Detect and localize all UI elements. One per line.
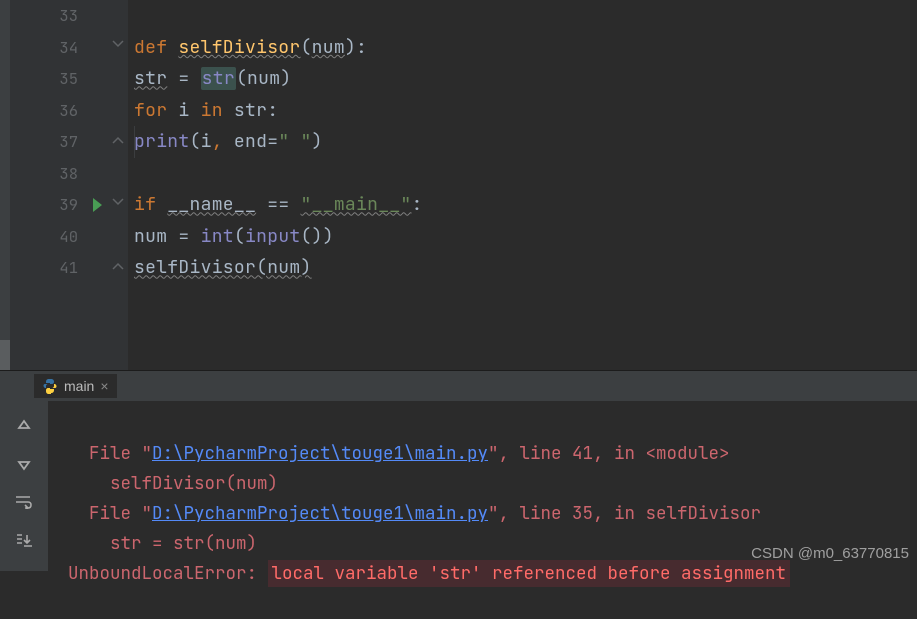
code-line: print(i, end=" ") xyxy=(134,126,917,158)
fold-start-icon[interactable] xyxy=(112,198,124,208)
code-line: def selfDivisor(num): xyxy=(134,32,917,64)
soft-wrap-icon[interactable] xyxy=(13,491,35,513)
code-line: for i in str: xyxy=(134,95,917,127)
run-icon[interactable] xyxy=(93,198,102,212)
editor-pane: 33 34 35 36 37 38 39 40 41 def selfDivis… xyxy=(0,0,917,370)
python-file-icon xyxy=(42,378,58,394)
code-line xyxy=(134,0,917,32)
run-tool-panel: main × File "D:\PycharmProject\touge1\ma… xyxy=(0,370,917,570)
line-number: 40 xyxy=(59,226,78,247)
line-number: 41 xyxy=(59,257,78,278)
code-line: str = str(num) xyxy=(134,63,917,95)
up-stack-icon[interactable] xyxy=(13,415,35,437)
fold-end-icon[interactable] xyxy=(112,260,124,270)
tab-label: main xyxy=(64,378,94,394)
fold-column xyxy=(110,0,128,370)
code-area[interactable]: def selfDivisor(num): str = str(num) for… xyxy=(128,0,917,370)
run-tabs: main × xyxy=(0,371,917,401)
fold-end-icon[interactable] xyxy=(112,134,124,144)
line-number: 36 xyxy=(59,100,78,121)
close-icon[interactable]: × xyxy=(100,378,108,394)
error-highlight: local variable 'str' referenced before a… xyxy=(268,560,791,587)
left-scroll xyxy=(0,0,10,370)
console-toolbar xyxy=(0,401,48,571)
line-number: 33 xyxy=(59,5,78,26)
code-line: num = int(input()) xyxy=(134,221,917,253)
run-tab-main[interactable]: main × xyxy=(34,374,117,398)
fold-start-icon[interactable] xyxy=(112,40,124,50)
watermark: CSDN @m0_63770815 xyxy=(751,545,909,562)
traceback-link[interactable]: D:\PycharmProject\touge1\main.py xyxy=(152,442,488,465)
line-number: 39 xyxy=(59,194,78,215)
scroll-thumb[interactable] xyxy=(0,340,10,370)
line-number: 37 xyxy=(59,131,78,152)
line-number: 34 xyxy=(59,37,78,58)
traceback-link[interactable]: D:\PycharmProject\touge1\main.py xyxy=(152,502,488,525)
code-line: selfDivisor(num) xyxy=(134,252,917,284)
code-line: if __name__ == "__main__": xyxy=(134,189,917,221)
line-number-gutter: 33 34 35 36 37 38 39 40 41 xyxy=(10,0,110,370)
code-line xyxy=(134,158,917,190)
down-stack-icon[interactable] xyxy=(13,453,35,475)
scroll-to-end-icon[interactable] xyxy=(13,529,35,551)
line-number: 38 xyxy=(59,163,78,184)
line-number: 35 xyxy=(59,68,78,89)
